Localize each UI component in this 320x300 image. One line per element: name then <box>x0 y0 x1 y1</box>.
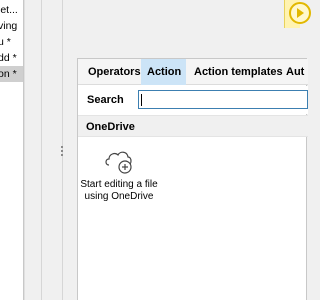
pane-splitter[interactable] <box>41 0 63 300</box>
tab-automation[interactable]: Aut <box>280 59 310 85</box>
tree-item[interactable]: let... <box>0 2 23 18</box>
tree-scrollbar[interactable] <box>24 0 41 300</box>
tab-action[interactable]: Action <box>141 59 186 85</box>
toolbox-tabs: Operators Action Action templates Aut <box>78 59 308 85</box>
toolbox-panel: Operators Action Action templates Aut Se… <box>77 58 308 300</box>
play-triangle-icon <box>297 8 304 18</box>
group-title: OneDrive <box>86 121 135 133</box>
search-label: Search <box>87 94 124 106</box>
group-header-onedrive[interactable]: OneDrive <box>78 115 308 137</box>
tree-item-selected[interactable]: on * <box>0 66 23 82</box>
scrollbar-thumb[interactable] <box>28 0 39 300</box>
tab-operators[interactable]: Operators <box>82 59 147 85</box>
action-start-editing-onedrive[interactable]: Start editing a file using OneDrive <box>78 141 160 203</box>
splitter-grip-icon[interactable] <box>61 146 63 156</box>
search-input[interactable] <box>138 90 308 109</box>
search-row: Search <box>78 86 308 114</box>
project-tree-list[interactable]: let... ving u * dd * on * <box>0 0 24 300</box>
text-caret <box>141 94 142 106</box>
tab-action-templates[interactable]: Action templates <box>188 59 289 85</box>
action-label: Start editing a file using OneDrive <box>80 179 158 202</box>
tree-item[interactable]: u * <box>0 34 23 50</box>
cloud-add-icon <box>105 151 132 174</box>
tree-item[interactable]: dd * <box>0 50 23 66</box>
tree-item[interactable]: ving <box>0 18 23 34</box>
